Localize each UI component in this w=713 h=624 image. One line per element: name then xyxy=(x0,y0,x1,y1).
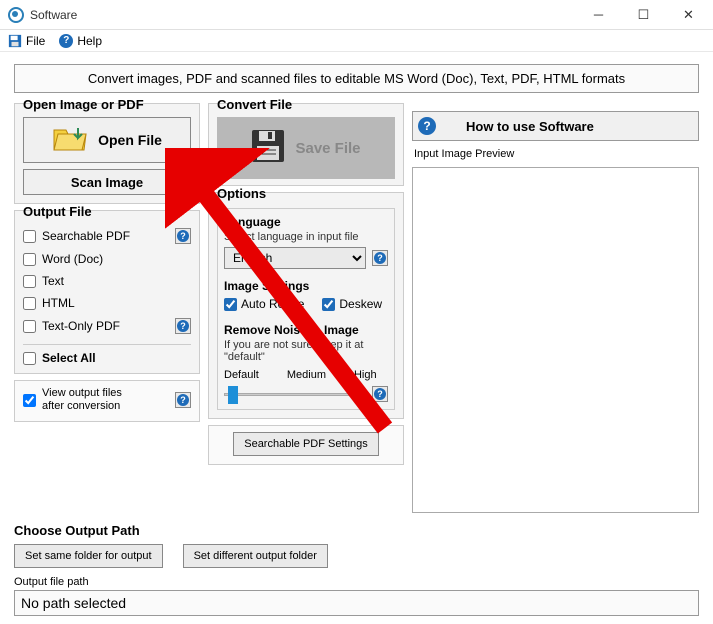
convert-file-group: Convert File Save File xyxy=(208,103,404,186)
language-desc: Select language in input file xyxy=(224,231,388,243)
open-image-title: Open Image or PDF xyxy=(23,97,191,112)
remove-noise-desc: If you are not sure, keep it at "default… xyxy=(224,339,388,363)
language-select[interactable]: English xyxy=(224,247,366,269)
help-searchable-pdf[interactable]: ? xyxy=(175,228,191,244)
help-icon: ? xyxy=(59,34,73,48)
checkbox-deskew[interactable] xyxy=(322,298,335,311)
checkbox-textonly-pdf[interactable] xyxy=(23,320,36,333)
preview-label: Input Image Preview xyxy=(414,148,697,160)
checkbox-text[interactable] xyxy=(23,275,36,288)
save-file-button[interactable]: Save File xyxy=(217,117,395,179)
folder-icon xyxy=(52,124,88,157)
how-to-use-button[interactable]: ? How to use Software xyxy=(412,111,699,141)
view-output-group: View output files after conversion ? xyxy=(14,380,200,422)
menu-help[interactable]: ? Help xyxy=(59,34,102,48)
scan-image-button[interactable]: Scan Image xyxy=(23,169,191,195)
set-different-folder-button[interactable]: Set different output folder xyxy=(183,544,328,568)
checkbox-word[interactable] xyxy=(23,253,36,266)
input-image-preview xyxy=(412,167,699,513)
title-bar: Software ─ ☐ ✕ xyxy=(0,0,713,30)
help-language[interactable]: ? xyxy=(372,250,388,266)
checkbox-select-all[interactable] xyxy=(23,352,36,365)
help-icon: ? xyxy=(418,117,436,135)
language-title: Language xyxy=(224,215,388,229)
options-title: Options xyxy=(217,186,395,201)
checkbox-view-output[interactable] xyxy=(23,394,36,407)
app-title: Software xyxy=(30,8,77,22)
set-same-folder-button[interactable]: Set same folder for output xyxy=(14,544,163,568)
choose-output-path-title: Choose Output Path xyxy=(14,523,699,538)
checkbox-html[interactable] xyxy=(23,297,36,310)
menu-file[interactable]: File xyxy=(8,34,45,48)
minimize-button[interactable]: ─ xyxy=(576,1,621,29)
help-noise[interactable]: ? xyxy=(372,386,388,402)
save-icon xyxy=(8,34,22,48)
help-textonly-pdf[interactable]: ? xyxy=(175,318,191,334)
output-file-group: Output File Searchable PDF? Word (Doc) T… xyxy=(14,210,200,374)
checkbox-searchable-pdf[interactable] xyxy=(23,230,36,243)
open-file-button[interactable]: Open File xyxy=(23,117,191,163)
open-image-group: Open Image or PDF Open File Scan Image xyxy=(14,103,200,204)
searchable-settings-group: Searchable PDF Settings xyxy=(208,425,404,465)
convert-file-title: Convert File xyxy=(217,97,395,112)
options-group: Options Language Select language in inpu… xyxy=(208,192,404,419)
checkbox-autorotate[interactable] xyxy=(224,298,237,311)
banner-text: Convert images, PDF and scanned files to… xyxy=(14,64,699,93)
remove-noise-title: Remove Noise in Image xyxy=(224,323,388,337)
floppy-icon xyxy=(251,129,285,167)
output-file-path-label: Output file path xyxy=(14,576,699,588)
menu-bar: File ? Help xyxy=(0,30,713,52)
app-icon xyxy=(8,7,24,23)
image-settings-title: Image Settings xyxy=(224,279,388,293)
close-button[interactable]: ✕ xyxy=(666,1,711,29)
searchable-pdf-settings-button[interactable]: Searchable PDF Settings xyxy=(233,432,379,456)
maximize-button[interactable]: ☐ xyxy=(621,1,666,29)
noise-slider[interactable] xyxy=(224,383,366,405)
output-file-title: Output File xyxy=(23,204,191,219)
output-file-path-value: No path selected xyxy=(14,590,699,616)
help-view-output[interactable]: ? xyxy=(175,392,191,408)
